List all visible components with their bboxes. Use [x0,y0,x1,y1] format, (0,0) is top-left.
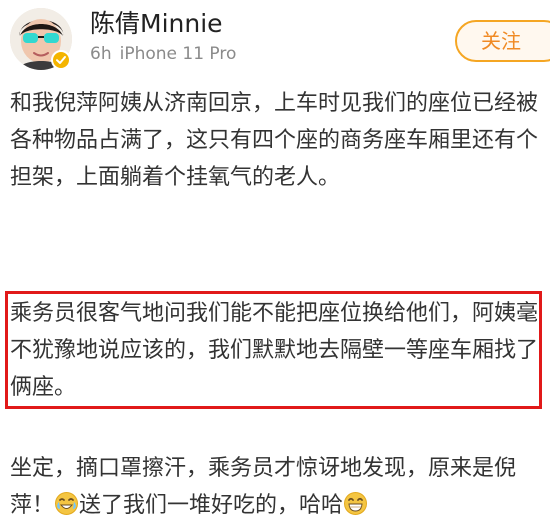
post-paragraph-2: 乘务员很客气地问我们能不能把座位换给他们，阿姨毫不犹豫地说应该的，我们默默地去隔… [10,301,539,400]
post-meta: 6h iPhone 11 Pro [90,43,236,65]
post-header: 陈倩Minnie 6h iPhone 11 Pro 关注 [0,0,550,80]
post-device: iPhone 11 Pro [119,44,237,64]
username[interactable]: 陈倩Minnie [90,8,223,40]
weibo-post: 陈倩Minnie 6h iPhone 11 Pro 关注 和我倪萍阿姨从济南回京，… [0,0,550,519]
post-paragraph-3-text-2: 送了我们一堆好吃的，哈哈 [79,493,344,518]
grin-icon [343,491,368,516]
laugh-cry-icon [54,491,79,516]
follow-button[interactable]: 关注 [455,20,550,62]
post-paragraph-1: 和我倪萍阿姨从济南回京，上车时见我们的座位已经被各种物品占满了，这只有四个座的商… [10,91,539,190]
post-time: 6h [90,44,112,64]
post-paragraph-3: 坐定，摘口罩擦汗，乘务员才惊讶地发现，原来是倪萍！ 送了我们一堆好吃的，哈哈 [10,450,545,524]
verified-badge-icon [51,50,71,70]
